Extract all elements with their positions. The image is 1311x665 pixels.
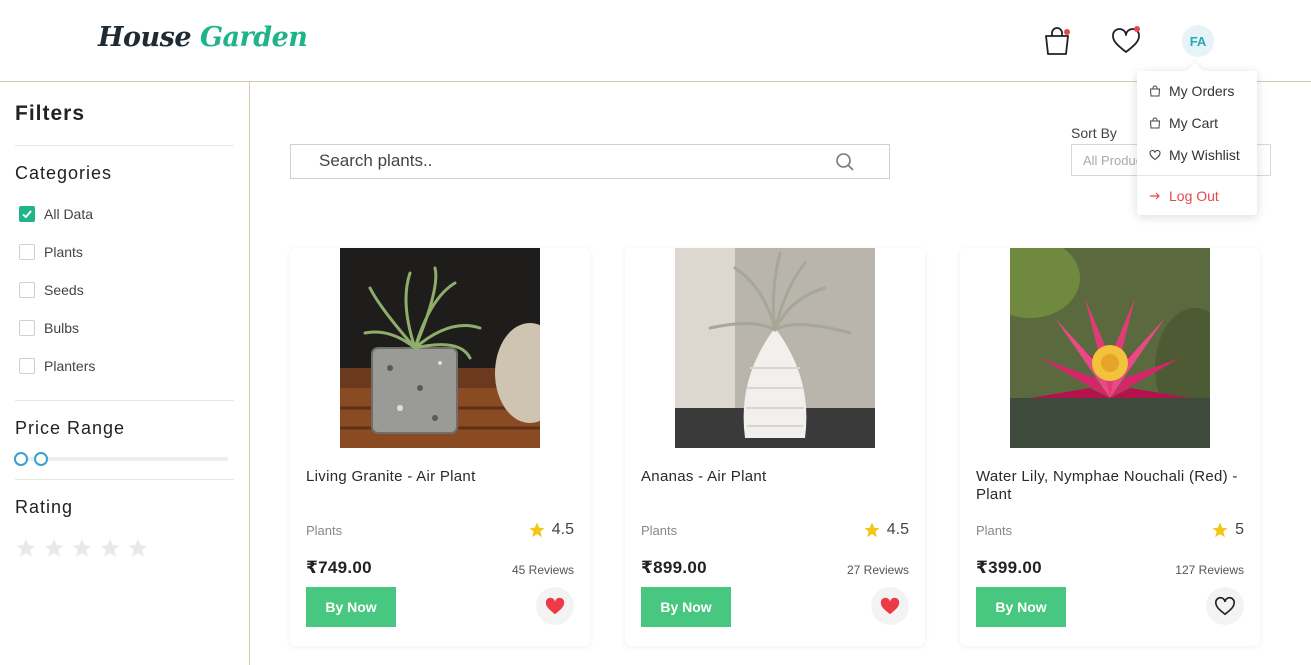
menu-item-label: My Orders bbox=[1169, 83, 1235, 99]
review-count: 127 Reviews bbox=[1175, 563, 1244, 577]
wishlist-toggle[interactable] bbox=[871, 587, 909, 625]
product-name[interactable]: Living Granite - Air Plant bbox=[306, 468, 576, 486]
logout-label: Log Out bbox=[1169, 188, 1219, 204]
buy-now-button[interactable]: By Now bbox=[976, 587, 1066, 627]
divider bbox=[15, 479, 234, 480]
product-card[interactable]: Living Granite - Air Plant Plants 4.5 ₹7… bbox=[290, 248, 590, 646]
category-label: Bulbs bbox=[44, 320, 80, 336]
menu-item-my-wishlist[interactable]: My Wishlist bbox=[1149, 147, 1240, 163]
star-icon[interactable] bbox=[43, 537, 65, 559]
star-icon bbox=[1212, 522, 1228, 538]
product-category: Plants bbox=[976, 523, 1013, 538]
rating-value: 5 bbox=[1235, 521, 1244, 538]
logo-house: House bbox=[98, 22, 192, 53]
checkbox[interactable] bbox=[19, 358, 35, 374]
product-name[interactable]: Ananas - Air Plant bbox=[641, 468, 911, 486]
star-icon[interactable] bbox=[71, 537, 93, 559]
menu-item-label: My Cart bbox=[1169, 115, 1218, 131]
rating-value: 4.5 bbox=[886, 521, 909, 538]
star-icon[interactable] bbox=[99, 537, 121, 559]
cart-button[interactable] bbox=[1040, 24, 1074, 58]
category-seeds[interactable]: Seeds bbox=[19, 282, 84, 298]
heart-filled-icon bbox=[880, 597, 900, 615]
wishlist-toggle[interactable] bbox=[536, 587, 574, 625]
wishlist-button[interactable] bbox=[1109, 24, 1143, 58]
product-rating: 5 bbox=[1211, 521, 1244, 539]
heart-outline-icon bbox=[1215, 596, 1235, 616]
category-all-data[interactable]: All Data bbox=[19, 206, 93, 222]
product-price: ₹899.00 bbox=[641, 558, 707, 577]
logo-garden: Garden bbox=[199, 22, 308, 53]
bag-icon bbox=[1149, 117, 1161, 129]
price-slider-max-handle[interactable] bbox=[34, 452, 48, 466]
category-bulbs[interactable]: Bulbs bbox=[19, 320, 79, 336]
star-icon[interactable] bbox=[15, 537, 37, 559]
product-price: ₹749.00 bbox=[306, 558, 372, 577]
checkbox-checked[interactable] bbox=[19, 206, 35, 222]
category-planters[interactable]: Planters bbox=[19, 358, 95, 374]
divider bbox=[15, 145, 234, 146]
product-category: Plants bbox=[641, 523, 678, 538]
buy-now-button[interactable]: By Now bbox=[641, 587, 731, 627]
category-label: Planters bbox=[44, 358, 96, 374]
menu-divider bbox=[1137, 175, 1257, 176]
menu-item-log-out[interactable]: Log Out bbox=[1149, 188, 1219, 204]
rating-stars bbox=[15, 537, 149, 559]
product-category: Plants bbox=[306, 523, 343, 538]
search-bar bbox=[290, 144, 890, 179]
checkbox[interactable] bbox=[19, 282, 35, 298]
filters-title: Filters bbox=[15, 102, 86, 125]
checkbox[interactable] bbox=[19, 320, 35, 336]
checkmark-icon bbox=[22, 210, 32, 219]
sort-by-label: Sort By bbox=[1071, 125, 1117, 141]
top-header: House Garden FA bbox=[0, 0, 1311, 82]
product-card[interactable]: Ananas - Air Plant Plants 4.5 ₹899.00 27… bbox=[625, 248, 925, 646]
price-slider-min-handle[interactable] bbox=[14, 452, 28, 466]
category-label: Seeds bbox=[44, 282, 84, 298]
divider bbox=[15, 400, 234, 401]
product-rating: 4.5 bbox=[528, 521, 574, 539]
filters-sidebar: Filters Categories All Data Plants Seeds… bbox=[0, 82, 250, 665]
rating-heading: Rating bbox=[15, 497, 74, 517]
search-icon[interactable] bbox=[835, 152, 855, 172]
rating-value: 4.5 bbox=[551, 521, 574, 538]
product-card[interactable]: Water Lily, Nymphae Nouchali (Red) - Pla… bbox=[960, 248, 1260, 646]
product-image[interactable] bbox=[1010, 248, 1210, 448]
categories-heading: Categories bbox=[15, 163, 113, 183]
product-image[interactable] bbox=[340, 248, 540, 448]
star-icon bbox=[529, 522, 545, 538]
product-name[interactable]: Water Lily, Nymphae Nouchali (Red) - Pla… bbox=[976, 468, 1246, 504]
arrow-right-icon bbox=[1150, 192, 1160, 200]
product-price: ₹399.00 bbox=[976, 558, 1042, 577]
category-label: All Data bbox=[44, 206, 94, 222]
star-icon bbox=[864, 522, 880, 538]
menu-item-my-orders[interactable]: My Orders bbox=[1149, 83, 1234, 99]
price-slider-track[interactable] bbox=[19, 457, 228, 461]
product-rating: 4.5 bbox=[863, 521, 909, 539]
user-avatar[interactable]: FA bbox=[1182, 25, 1214, 57]
product-image[interactable] bbox=[675, 248, 875, 448]
review-count: 45 Reviews bbox=[511, 563, 574, 577]
checkbox[interactable] bbox=[19, 244, 35, 260]
category-plants[interactable]: Plants bbox=[19, 244, 83, 260]
star-icon[interactable] bbox=[127, 537, 149, 559]
wishlist-toggle[interactable] bbox=[1206, 587, 1244, 625]
menu-item-my-cart[interactable]: My Cart bbox=[1149, 115, 1218, 131]
site-logo[interactable]: House Garden bbox=[98, 22, 308, 53]
category-label: Plants bbox=[44, 244, 83, 260]
cart-notification-dot bbox=[1064, 29, 1070, 35]
price-range-heading: Price Range bbox=[15, 418, 126, 438]
user-dropdown-menu: My Orders My Cart My Wishlist Log Out bbox=[1137, 62, 1257, 215]
heart-icon bbox=[1149, 149, 1161, 161]
bag-icon bbox=[1149, 85, 1161, 97]
search-input[interactable] bbox=[319, 151, 819, 171]
menu-item-label: My Wishlist bbox=[1169, 147, 1240, 163]
buy-now-button[interactable]: By Now bbox=[306, 587, 396, 627]
heart-filled-icon bbox=[545, 597, 565, 615]
wishlist-notification-dot bbox=[1134, 26, 1140, 32]
review-count: 27 Reviews bbox=[846, 563, 909, 577]
